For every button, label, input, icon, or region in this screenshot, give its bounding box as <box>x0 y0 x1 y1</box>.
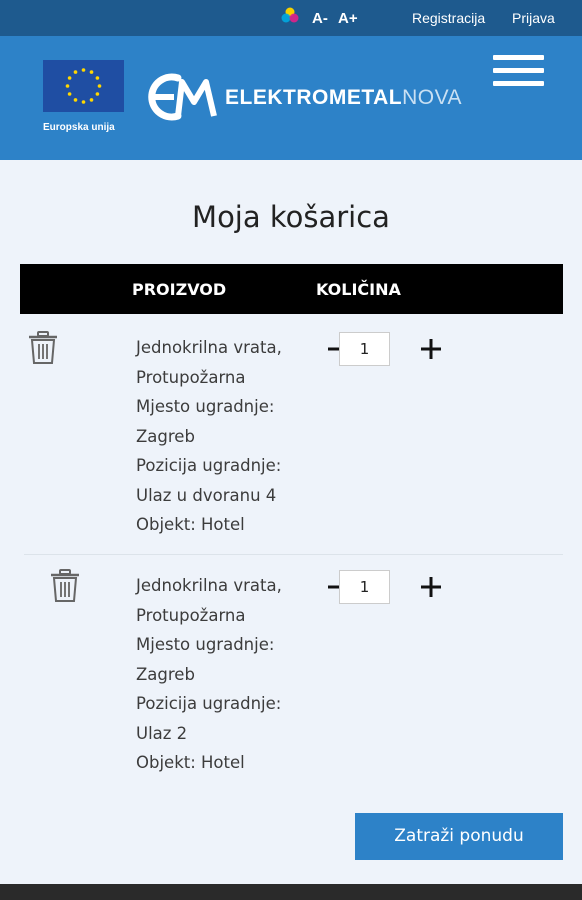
login-link[interactable]: Prijava <box>512 10 555 26</box>
brand-suffix: NOVA <box>402 86 463 109</box>
quantity-input[interactable] <box>339 570 390 604</box>
font-decrease-button[interactable]: A- <box>312 10 328 27</box>
item-line: Mjesto ugradnje: <box>136 397 275 416</box>
item-line: Ulaz u dvoranu 4 <box>136 485 277 505</box>
item-line: Protupožarna <box>136 367 246 387</box>
eu-flag-logo <box>43 60 124 112</box>
item-line: Zagreb <box>136 664 195 684</box>
column-product: PROIZVOD <box>132 280 227 299</box>
site-header: Europska unija ELEKTROMETALNOVA <box>0 36 582 160</box>
brand-main: ELEKTROMETAL <box>225 86 403 109</box>
row-divider <box>24 554 563 555</box>
item-line: Objekt: Hotel <box>136 753 245 772</box>
item-line: Ulaz 2 <box>136 723 188 743</box>
register-link[interactable]: Registracija <box>412 10 485 26</box>
quantity-input[interactable] <box>339 332 390 366</box>
increase-quantity-button[interactable] <box>420 576 442 598</box>
item-line: Jednokrilna vrata, <box>136 576 282 595</box>
item-line: Objekt: Hotel <box>136 515 245 534</box>
font-increase-button[interactable]: A+ <box>338 10 358 27</box>
elektrometal-logo-icon[interactable] <box>148 72 220 122</box>
cart-item-description: Jednokrilna vrata, Protupožarna Mjesto u… <box>136 571 316 778</box>
cart-table-header: PROIZVOD KOLIČINA <box>20 264 563 314</box>
page-title: Moja košarica <box>192 200 390 234</box>
cart-item-description: Jednokrilna vrata, Protupožarna Mjesto u… <box>136 333 316 540</box>
item-line: Jednokrilna vrata, <box>136 338 282 357</box>
bottom-bar <box>0 884 582 900</box>
trash-icon[interactable] <box>50 569 80 603</box>
request-quote-button[interactable]: Zatraži ponudu <box>355 813 563 860</box>
color-contrast-icon[interactable] <box>281 7 299 25</box>
item-line: Pozicija ugradnje: <box>136 694 282 713</box>
eu-caption: Europska unija <box>43 122 115 133</box>
menu-icon[interactable] <box>493 55 544 87</box>
top-bar: A- A+ Registracija Prijava <box>0 0 582 36</box>
brand-name[interactable]: ELEKTROMETALNOVA <box>225 86 462 110</box>
item-line: Mjesto ugradnje: <box>136 635 275 654</box>
increase-quantity-button[interactable] <box>420 338 442 360</box>
trash-icon[interactable] <box>28 331 58 365</box>
item-line: Zagreb <box>136 426 195 446</box>
item-line: Pozicija ugradnje: <box>136 456 282 475</box>
column-quantity: KOLIČINA <box>316 280 401 299</box>
item-line: Protupožarna <box>136 605 246 625</box>
